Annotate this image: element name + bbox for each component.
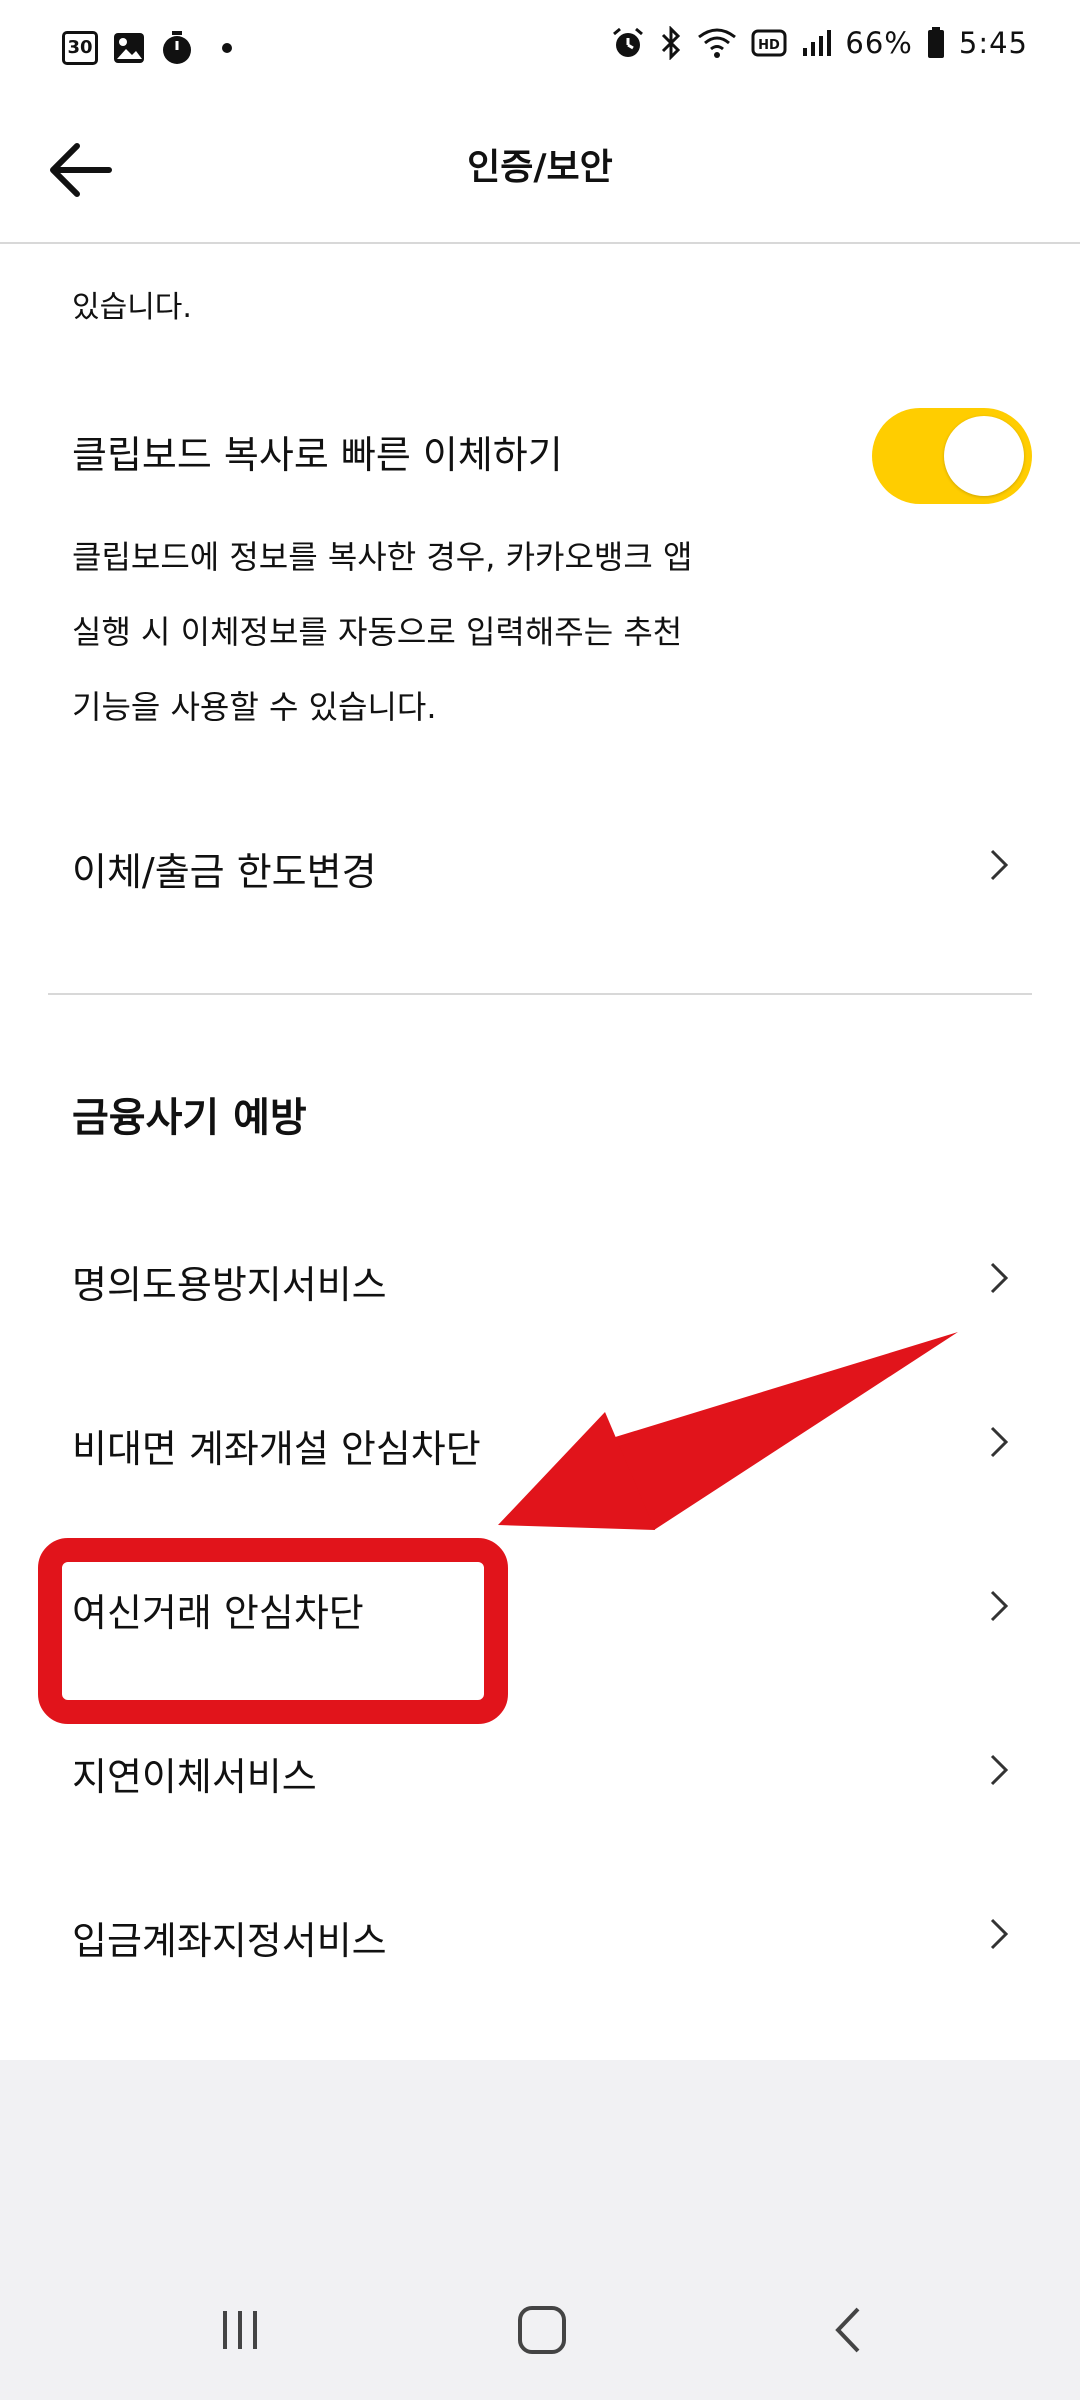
system-nav-bar	[0, 2260, 1080, 2400]
bluetooth-icon	[659, 26, 683, 60]
gallery-icon	[112, 31, 146, 65]
description-line: 클립보드에 정보를 복사한 경우, 카카오뱅크 앱	[72, 538, 693, 576]
page-title: 인증/보안	[467, 147, 613, 188]
home-icon	[518, 2306, 566, 2354]
menu-item-delayed-transfer[interactable]: 지연이체서비스	[0, 1710, 1080, 1830]
home-button[interactable]	[502, 2290, 582, 2370]
menu-item-non-face-to-face-account-block[interactable]: 비대면 계좌개설 안심차단	[0, 1382, 1080, 1502]
partial-description: 있습니다.	[72, 290, 192, 325]
notification-dot-icon	[222, 43, 232, 53]
chevron-right-icon	[990, 1918, 1009, 1950]
clipboard-setting-title: 클립보드 복사로 빠른 이체하기	[72, 433, 563, 477]
status-bar: 30 HD 66% 5:45	[0, 0, 1080, 100]
description-line: 기능을 사용할 수 있습니다.	[72, 688, 437, 726]
chevron-right-icon	[990, 1426, 1009, 1458]
toggle-knob	[944, 416, 1024, 496]
chevron-right-icon	[990, 1590, 1009, 1622]
pointer-arrow-annotation	[498, 1332, 958, 1530]
app-header: 인증/보안	[0, 100, 1080, 244]
chevron-right-icon	[990, 849, 1009, 881]
clipboard-toggle[interactable]	[872, 408, 1032, 504]
recent-apps-button[interactable]	[200, 2290, 280, 2370]
section-divider	[48, 993, 1032, 995]
menu-item-designated-deposit-account[interactable]: 입금계좌지정서비스	[0, 1874, 1080, 1994]
highlight-box	[38, 1538, 508, 1724]
hd-icon: HD	[751, 29, 787, 57]
limit-change-label: 이체/출금 한도변경	[72, 850, 377, 894]
limit-change-row[interactable]: 이체/출금 한도변경	[0, 805, 1080, 925]
clipboard-description: 클립보드에 정보를 복사한 경우, 카카오뱅크 앱 실행 시 이체정보를 자동으…	[72, 520, 792, 745]
battery-percent: 66%	[845, 26, 913, 60]
wifi-icon	[697, 27, 737, 59]
svg-text:HD: HD	[759, 38, 781, 53]
menu-item-label: 지연이체서비스	[72, 1755, 317, 1799]
signal-icon	[801, 28, 832, 58]
description-line: 실행 시 이체정보를 자동으로 입력해주는 추천	[72, 613, 683, 651]
timer-icon	[160, 30, 194, 66]
nav-back-button[interactable]	[808, 2290, 888, 2370]
nav-back-icon	[835, 2307, 860, 2353]
recent-apps-icon	[223, 2311, 257, 2349]
chevron-right-icon	[990, 1754, 1009, 1786]
menu-item-label: 명의도용방지서비스	[72, 1263, 387, 1307]
clipped-text-line	[72, 235, 672, 249]
menu-item-label: 비대면 계좌개설 안심차단	[72, 1427, 481, 1471]
fraud-section-title: 금융사기 예방	[72, 1095, 307, 1141]
battery-icon	[927, 27, 945, 59]
calendar-icon: 30	[62, 31, 98, 65]
footer-area	[0, 2060, 1080, 2260]
menu-item-identity-theft-prevention[interactable]: 명의도용방지서비스	[0, 1218, 1080, 1338]
clipboard-setting-row: 클립보드 복사로 빠른 이체하기	[72, 388, 1032, 520]
chevron-right-icon	[990, 1262, 1009, 1294]
alarm-icon	[611, 26, 645, 60]
menu-item-label: 입금계좌지정서비스	[72, 1919, 387, 1963]
clock: 5:45	[958, 26, 1028, 60]
